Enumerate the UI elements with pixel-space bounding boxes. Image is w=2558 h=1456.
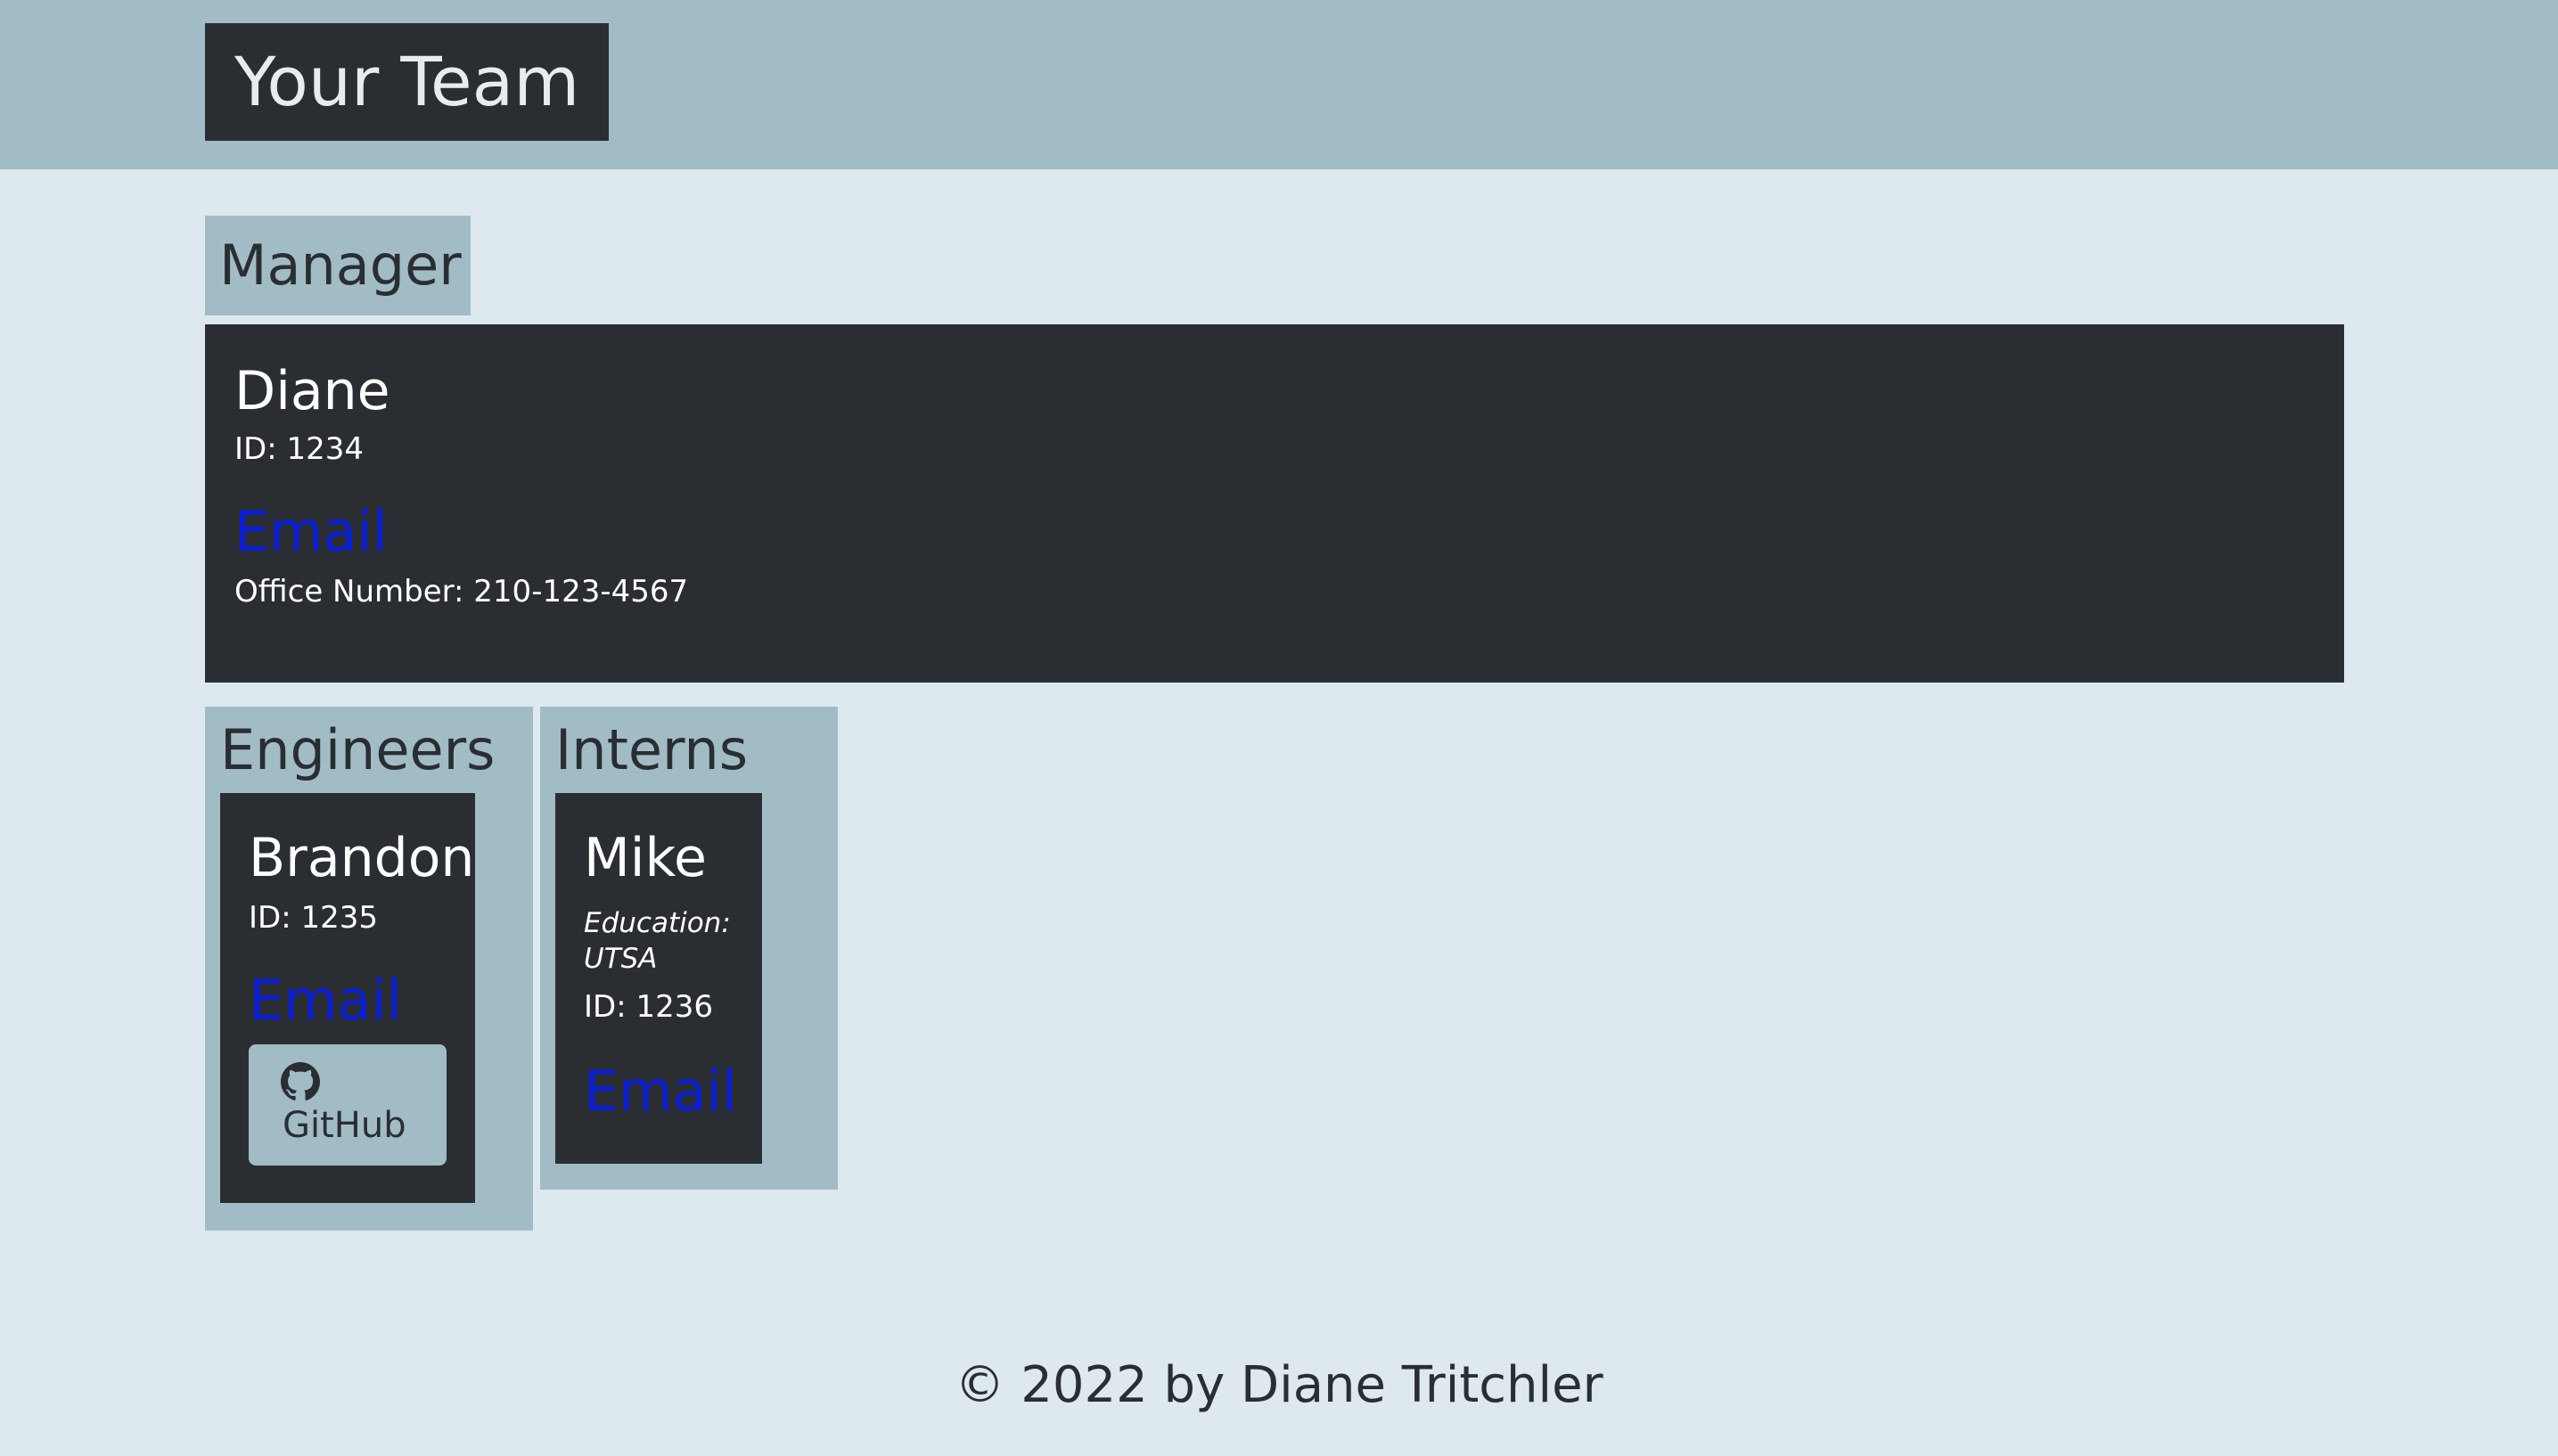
engineer-name: Brandon [249,827,475,889]
engineers-section: Engineers Brandon ID: 1235 Email GitHub [205,707,533,1231]
manager-email-link[interactable]: Email [234,499,388,564]
manager-card: Diane ID: 1234 Email Office Number: 210-… [205,324,2344,683]
engineers-section-label: Engineers [220,717,496,782]
engineer-card: Brandon ID: 1235 Email GitHub [220,793,475,1203]
intern-education-school: UTSA [584,943,658,975]
footer-copyright: © 2022 by Diane Tritchler [955,1356,1603,1414]
manager-name: Diane [234,360,390,422]
github-icon [281,1062,320,1100]
page-title: Your Team [205,23,610,141]
engineer-email-link[interactable]: Email [249,968,402,1033]
intern-card: Mike Education: UTSA ID: 1236 Email [555,793,762,1164]
engineer-id: ID: 1235 [249,900,378,936]
intern-name: Mike [584,827,707,889]
interns-section: Interns Mike Education: UTSA ID: 1236 Em… [540,707,838,1190]
github-button-label: GitHub [283,1105,406,1146]
interns-section-label: Interns [555,717,749,782]
intern-education-label: Education: [584,907,731,939]
manager-section-label: Manager [205,216,471,315]
intern-id: ID: 1236 [584,989,713,1025]
manager-id: ID: 1234 [234,431,364,467]
page-header: Your Team [0,0,2558,169]
manager-office-number: Office Number: 210-123-4567 [234,574,689,609]
intern-email-link[interactable]: Email [584,1059,737,1124]
github-button[interactable]: GitHub [249,1044,447,1166]
